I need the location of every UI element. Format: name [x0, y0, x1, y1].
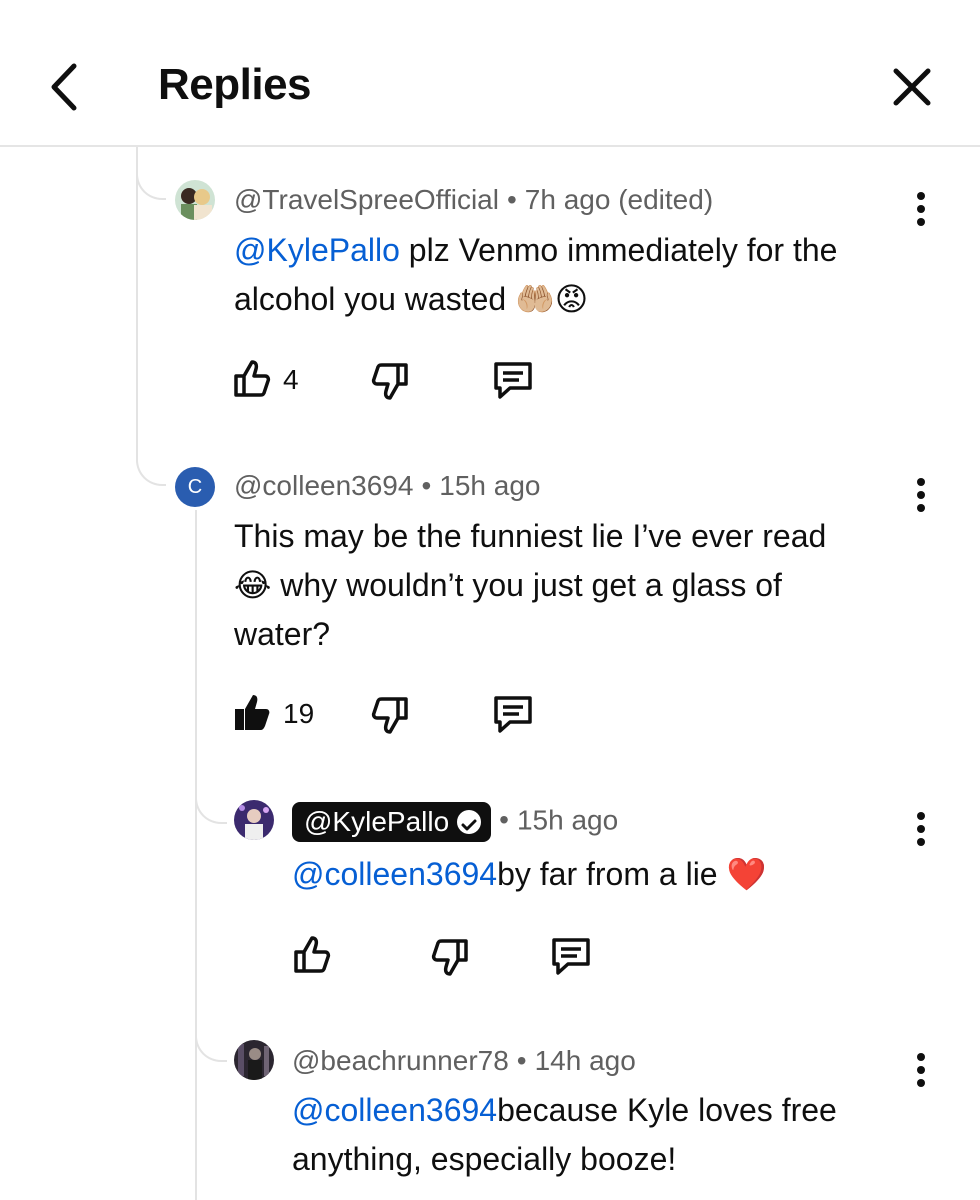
comment-author[interactable]: @beachrunner78 — [292, 1045, 509, 1076]
thread-connector — [195, 770, 227, 824]
mention-link[interactable]: @colleen3694 — [292, 1092, 497, 1128]
more-options-button[interactable] — [907, 188, 935, 230]
comment-meta: @TravelSpreeOfficial • 7h ago (edited) — [234, 184, 714, 215]
page-title: Replies — [158, 60, 312, 109]
avatar-photo-icon — [234, 800, 274, 840]
thumbs-down-icon — [371, 363, 408, 400]
mention-link[interactable]: @KylePallo — [234, 232, 400, 268]
avatar[interactable]: C — [175, 467, 215, 507]
thumbs-up-filled-icon — [235, 695, 270, 730]
comment-icon — [494, 362, 532, 399]
comment-icon — [552, 938, 590, 975]
thread-connector — [136, 150, 166, 200]
thumbs-up-icon — [234, 360, 271, 397]
more-options-button[interactable] — [907, 1049, 935, 1091]
thumbs-down-icon — [371, 697, 408, 734]
thumbs-up-icon — [294, 936, 331, 973]
chevron-left-icon — [51, 63, 77, 111]
like-button[interactable] — [290, 932, 334, 981]
comment-text: @colleen3694by far from a lie ❤️ — [292, 856, 767, 892]
comment-author[interactable]: @TravelSpreeOfficial — [234, 184, 499, 215]
comment-time: 14h ago — [534, 1045, 636, 1076]
avatar-photo-icon — [234, 1040, 274, 1080]
comment-time: 15h ago — [439, 470, 541, 501]
dislike-button[interactable] — [428, 936, 472, 985]
close-icon — [893, 68, 931, 106]
reply-button[interactable] — [491, 358, 535, 407]
more-options-button[interactable] — [907, 474, 935, 516]
thread-connector — [136, 440, 166, 486]
avatar-photo-icon — [175, 180, 215, 220]
comment-author[interactable]: @colleen3694 — [234, 470, 413, 501]
verified-check-icon — [457, 810, 482, 834]
like-button[interactable] — [230, 690, 274, 739]
replies-header: Replies — [0, 0, 980, 147]
like-count: 4 — [283, 364, 299, 395]
emoji: 😂 — [234, 567, 272, 603]
thread-line — [195, 510, 197, 1200]
comment-text: @KylePallo plz Venmo immediately for the… — [234, 232, 838, 317]
comment-meta: @beachrunner78 • 14h ago — [292, 1045, 636, 1076]
comment-text: This may be the funniest lie I’ve ever r… — [234, 518, 827, 652]
thumbs-down-icon — [431, 939, 468, 976]
back-button[interactable] — [40, 58, 94, 116]
comment-meta: @colleen3694 • 15h ago — [234, 470, 541, 501]
comment-icon — [494, 696, 532, 733]
emoji: 🤲🏼😡 — [515, 281, 589, 317]
comment-author: @KylePallo — [304, 806, 450, 837]
comment-meta: @KylePallo • 15h ago — [292, 802, 618, 842]
mention-link[interactable]: @colleen3694 — [292, 856, 497, 892]
avatar[interactable] — [175, 180, 215, 220]
comment-time: 7h ago (edited) — [524, 184, 714, 215]
reply-button[interactable] — [491, 692, 535, 741]
creator-badge[interactable]: @KylePallo — [292, 802, 492, 842]
thread-line — [136, 147, 138, 457]
dislike-button[interactable] — [368, 694, 412, 743]
thread-connector — [195, 1010, 227, 1062]
more-options-button[interactable] — [907, 808, 935, 850]
close-button[interactable] — [884, 58, 940, 116]
dislike-button[interactable] — [368, 360, 412, 409]
like-count: 19 — [283, 698, 315, 729]
like-button[interactable] — [230, 356, 274, 405]
comment-time: 15h ago — [516, 804, 619, 836]
comment-text: @colleen3694because Kyle loves free anyt… — [292, 1092, 837, 1177]
reply-button[interactable] — [549, 934, 593, 983]
heart-emoji: ❤️ — [726, 856, 767, 892]
avatar[interactable] — [234, 1040, 274, 1080]
avatar[interactable] — [234, 800, 274, 840]
